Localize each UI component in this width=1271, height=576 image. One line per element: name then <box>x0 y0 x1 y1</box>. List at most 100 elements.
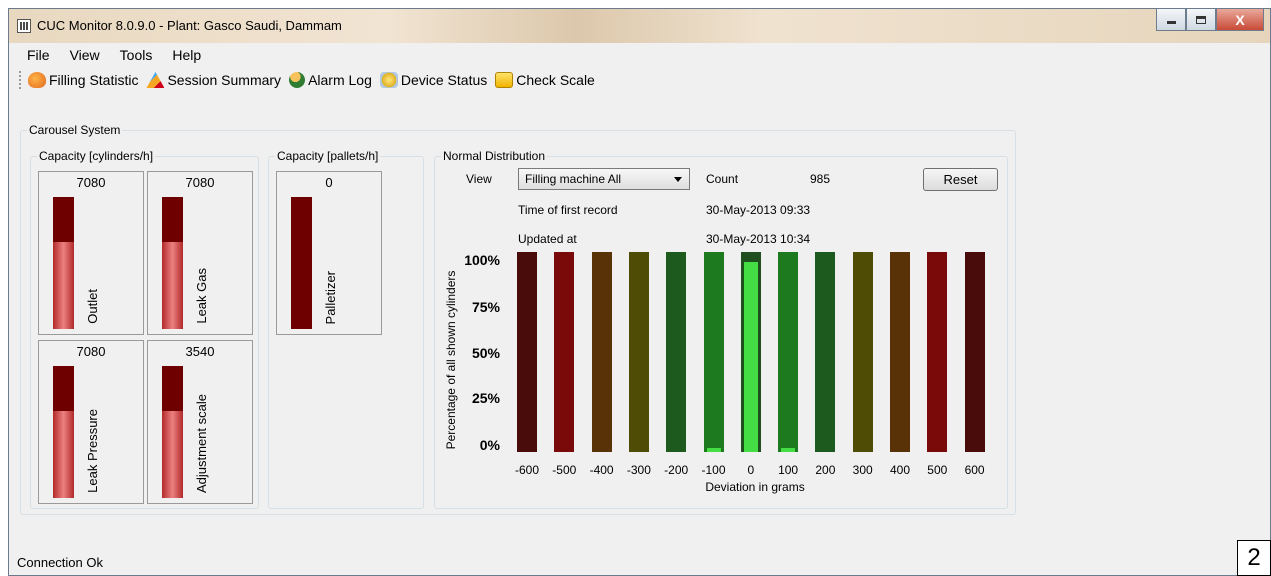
gauge-leak-gas: 7080 Leak Gas <box>147 171 253 335</box>
gauge-value: 3540 <box>185 344 215 359</box>
window-title: CUC Monitor 8.0.9.0 - Plant: Gasco Saudi… <box>37 18 342 33</box>
session-summary-label: Session Summary <box>167 72 282 88</box>
count-label: Count <box>706 172 739 186</box>
alarm-log-label: Alarm Log <box>308 72 372 88</box>
minimize-icon <box>1166 21 1176 24</box>
x-tick: 100 <box>778 463 799 477</box>
y-tick: 75% <box>471 299 500 315</box>
close-button[interactable]: X <box>1216 9 1264 31</box>
view-select[interactable]: Filling machine All <box>518 168 690 190</box>
chart-x-axis-label: Deviation in grams <box>705 480 805 494</box>
view-label: View <box>466 172 492 186</box>
gauge-fill <box>53 241 74 329</box>
x-tick: 300 <box>852 463 873 477</box>
chevron-down-icon <box>674 177 682 182</box>
gauge-bar <box>53 366 74 498</box>
device-status-button[interactable]: Device Status <box>379 72 488 88</box>
capacity-pallets-title: Capacity [pallets/h] <box>275 149 381 163</box>
alarm-log-icon <box>289 72 306 88</box>
device-status-icon <box>379 72 398 88</box>
corner-number: 2 <box>1237 540 1271 576</box>
toolbar: Filling Statistic Session Summary Alarm … <box>9 67 1270 93</box>
gauge-leak-pressure: 7080 Leak Pressure <box>38 340 144 504</box>
title-bar[interactable]: CUC Monitor 8.0.9.0 - Plant: Gasco Saudi… <box>9 9 1270 43</box>
chart-bar <box>852 252 873 452</box>
status-bar: Connection Ok <box>9 549 1270 575</box>
gauge-label: Leak Pressure <box>85 409 100 493</box>
chart-bar <box>628 252 649 452</box>
close-icon: X <box>1235 11 1245 28</box>
gauge-label: Leak Gas <box>194 268 209 324</box>
toolbar-grip[interactable] <box>19 71 22 89</box>
chart-bar-fill <box>706 448 721 452</box>
check-scale-button[interactable]: Check Scale <box>495 72 595 88</box>
minimize-button[interactable] <box>1156 9 1186 31</box>
chart-bar <box>666 252 687 452</box>
updated-value: 30-May-2013 10:34 <box>706 232 811 246</box>
chart-bar <box>927 252 948 452</box>
gauge-fill <box>162 241 183 329</box>
device-status-label: Device Status <box>400 72 488 88</box>
x-tick: -600 <box>514 463 540 477</box>
carousel-system-title: Carousel System <box>27 123 123 137</box>
gauge-value: 0 <box>325 175 333 190</box>
maximize-icon <box>1196 15 1206 24</box>
gauge-value: 7080 <box>185 175 215 190</box>
capacity-cylinders-title: Capacity [cylinders/h] <box>37 149 156 163</box>
maximize-button[interactable] <box>1186 9 1216 31</box>
reset-button[interactable]: Reset <box>923 168 998 191</box>
gauge-bar <box>53 197 74 329</box>
menu-view[interactable]: View <box>60 47 110 63</box>
first-record-label: Time of first record <box>518 203 618 217</box>
chart-bar <box>517 252 537 452</box>
y-tick: 25% <box>471 390 500 406</box>
gauge-label: Palletizer <box>323 270 338 324</box>
gauge-label: Adjustment scale <box>194 394 209 493</box>
gauge-label: Outlet <box>85 289 100 324</box>
app-icon <box>17 19 31 33</box>
normal-distribution-title: Normal Distribution <box>441 149 548 163</box>
y-tick: 100% <box>464 252 500 268</box>
gauge-bar <box>291 197 312 329</box>
updated-label: Updated at <box>518 232 577 246</box>
gauge-fill <box>53 410 74 498</box>
gauge-adjustment-scale: 3540 Adjustment scale <box>147 340 253 504</box>
session-summary-button[interactable]: Session Summary <box>146 72 281 88</box>
check-scale-label: Check Scale <box>516 72 595 88</box>
x-tick: 0 <box>747 463 755 477</box>
x-tick: 600 <box>964 463 985 477</box>
menu-help[interactable]: Help <box>162 47 211 63</box>
count-value: 985 <box>810 172 831 186</box>
chart-bar <box>740 252 761 452</box>
gauge-outlet: 7080 Outlet <box>38 171 144 335</box>
gauge-palletizer: 0 Palletizer <box>276 171 382 335</box>
x-tick: 200 <box>815 463 836 477</box>
x-tick: -300 <box>626 463 651 477</box>
gauge-value: 7080 <box>76 175 106 190</box>
gauge-bar <box>162 197 183 329</box>
chart-bar <box>964 252 985 452</box>
menu-bar: File View Tools Help <box>9 43 1270 67</box>
menu-file[interactable]: File <box>17 47 60 63</box>
x-tick: -500 <box>552 463 577 477</box>
chart-bar-fill <box>781 448 796 452</box>
x-tick: 400 <box>889 463 911 477</box>
view-select-value: Filling machine All <box>525 172 622 186</box>
y-tick: 50% <box>471 345 500 361</box>
window-controls: X <box>1156 9 1264 31</box>
chart-bar <box>890 252 910 452</box>
chart-bar <box>554 252 575 452</box>
gauge-value: 7080 <box>76 344 106 359</box>
filling-statistic-button[interactable]: Filling Statistic <box>28 72 138 88</box>
alarm-log-button[interactable]: Alarm Log <box>289 72 372 88</box>
check-scale-icon <box>495 72 514 88</box>
first-record-value: 30-May-2013 09:33 <box>706 203 811 217</box>
chart-bar <box>815 252 836 452</box>
y-tick: 0% <box>479 437 500 453</box>
gauge-fill <box>162 410 183 498</box>
status-text: Connection Ok <box>17 554 103 570</box>
chart-bar <box>778 252 799 452</box>
session-summary-icon <box>146 72 165 88</box>
filling-statistic-icon <box>28 72 46 88</box>
menu-tools[interactable]: Tools <box>110 47 163 63</box>
